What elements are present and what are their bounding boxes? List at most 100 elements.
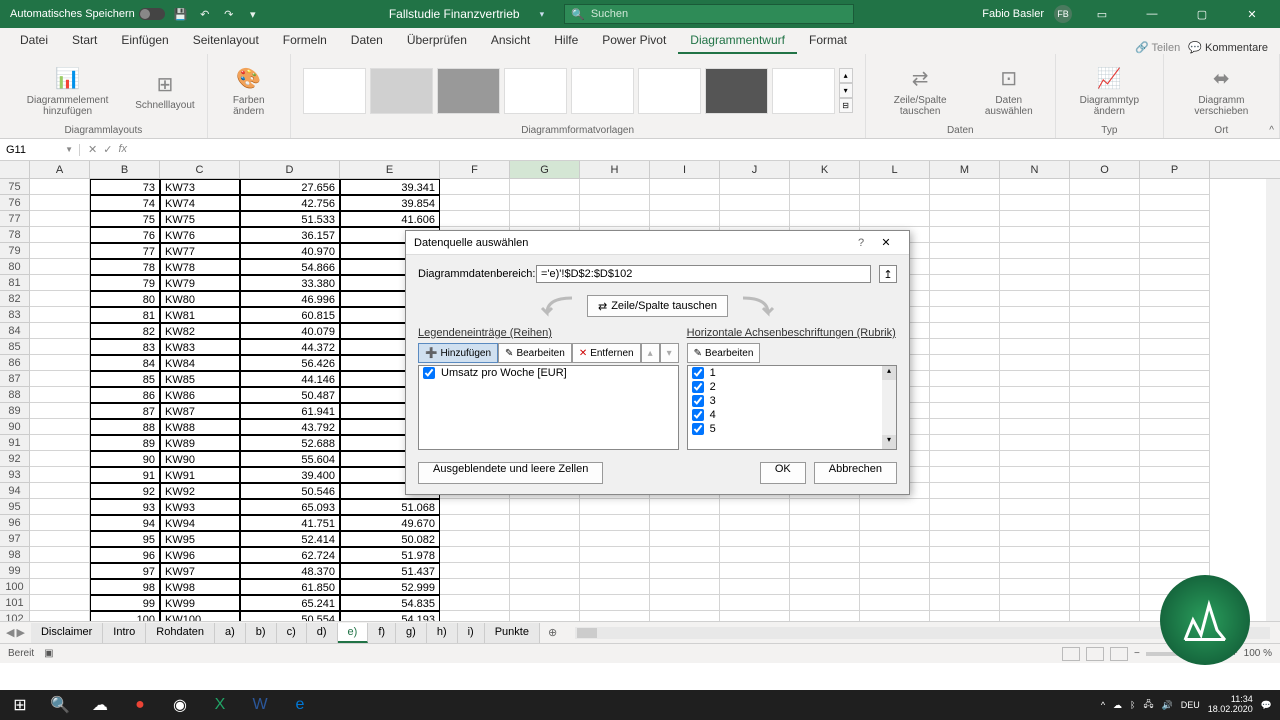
cell[interactable]: 60.815 [240, 307, 340, 323]
gallery-down-icon[interactable]: ▾ [839, 83, 853, 98]
sheet-tab-a[interactable]: a) [215, 623, 246, 643]
cell[interactable] [1070, 355, 1140, 371]
ribbon-tab-überprüfen[interactable]: Überprüfen [395, 28, 479, 54]
cell[interactable]: 54.193 [340, 611, 440, 621]
axis-item[interactable]: 1 [688, 366, 896, 380]
cell[interactable] [1070, 339, 1140, 355]
cell[interactable]: 100 [90, 611, 160, 621]
cell[interactable]: 99 [90, 595, 160, 611]
cell[interactable] [930, 483, 1000, 499]
cell[interactable]: 27.656 [240, 179, 340, 195]
cell[interactable] [30, 275, 90, 291]
cell[interactable] [30, 435, 90, 451]
cell[interactable] [790, 195, 860, 211]
cell[interactable] [930, 451, 1000, 467]
chart-style-5[interactable] [571, 68, 634, 114]
user-avatar[interactable]: FB [1054, 5, 1072, 23]
cell[interactable] [930, 307, 1000, 323]
start-icon[interactable]: ⊞ [0, 690, 40, 720]
column-header-C[interactable]: C [160, 161, 240, 178]
row-header[interactable]: 100 [0, 579, 30, 595]
column-header-G[interactable]: G [510, 161, 580, 178]
cell[interactable] [1140, 467, 1210, 483]
cell[interactable] [720, 595, 790, 611]
cell[interactable] [1070, 419, 1140, 435]
column-header-L[interactable]: L [860, 161, 930, 178]
cell[interactable] [510, 195, 580, 211]
cell[interactable]: 77 [90, 243, 160, 259]
column-header-P[interactable]: P [1140, 161, 1210, 178]
cell[interactable] [860, 595, 930, 611]
cell[interactable]: 44.146 [240, 371, 340, 387]
cell[interactable] [1140, 259, 1210, 275]
cell[interactable] [1000, 291, 1070, 307]
cell[interactable]: KW87 [160, 403, 240, 419]
cell[interactable] [790, 179, 860, 195]
cell[interactable]: 52.414 [240, 531, 340, 547]
cell[interactable]: 86 [90, 387, 160, 403]
ribbon-tab-ansicht[interactable]: Ansicht [479, 28, 542, 54]
zoom-level[interactable]: 100 % [1244, 648, 1272, 659]
cell[interactable]: KW83 [160, 339, 240, 355]
cell[interactable]: KW92 [160, 483, 240, 499]
move-chart-button[interactable]: ⬌ Diagramm verschieben [1172, 63, 1271, 119]
cell[interactable] [790, 211, 860, 227]
cell[interactable] [650, 595, 720, 611]
clock[interactable]: 11:34 18.02.2020 [1208, 695, 1253, 715]
cell[interactable]: KW82 [160, 323, 240, 339]
cell[interactable] [440, 547, 510, 563]
row-header[interactable]: 90 [0, 419, 30, 435]
cell[interactable] [30, 451, 90, 467]
range-selector-icon[interactable]: ↥ [879, 265, 897, 283]
search-box[interactable]: 🔍 Suchen [564, 4, 854, 24]
cell[interactable] [930, 611, 1000, 621]
row-header[interactable]: 75 [0, 179, 30, 195]
cell[interactable] [1140, 483, 1210, 499]
move-up-button[interactable]: ▴ [641, 343, 660, 363]
cell[interactable] [1140, 211, 1210, 227]
cell[interactable] [580, 563, 650, 579]
cell[interactable] [1140, 275, 1210, 291]
cell[interactable] [720, 195, 790, 211]
cell[interactable]: 40.079 [240, 323, 340, 339]
cell[interactable]: KW100 [160, 611, 240, 621]
cell[interactable] [440, 611, 510, 621]
cell[interactable]: 46.996 [240, 291, 340, 307]
row-header[interactable]: 89 [0, 403, 30, 419]
cell[interactable] [930, 515, 1000, 531]
cell[interactable] [790, 547, 860, 563]
cell[interactable]: 92 [90, 483, 160, 499]
close-icon[interactable]: ✕ [1232, 0, 1272, 28]
cell[interactable] [1140, 515, 1210, 531]
chart-style-3[interactable] [437, 68, 500, 114]
cell[interactable] [1140, 387, 1210, 403]
dialog-help-icon[interactable]: ? [851, 237, 871, 249]
cell[interactable] [30, 419, 90, 435]
cell[interactable]: KW76 [160, 227, 240, 243]
ok-button[interactable]: OK [760, 462, 806, 484]
cell[interactable] [1070, 563, 1140, 579]
cell[interactable] [930, 355, 1000, 371]
cell[interactable] [930, 259, 1000, 275]
cell[interactable] [930, 499, 1000, 515]
axis-checkbox[interactable] [692, 367, 704, 379]
save-icon[interactable]: 💾 [173, 6, 189, 22]
cell[interactable]: KW96 [160, 547, 240, 563]
cell[interactable] [1070, 227, 1140, 243]
cell[interactable]: 84 [90, 355, 160, 371]
cell[interactable] [30, 499, 90, 515]
cell[interactable] [580, 515, 650, 531]
ribbon-tab-power pivot[interactable]: Power Pivot [590, 28, 678, 54]
quick-layout-button[interactable]: ⊞ Schnelllayout [131, 68, 198, 113]
cell[interactable] [30, 515, 90, 531]
axis-item[interactable]: 5 [688, 422, 896, 436]
cell[interactable] [720, 531, 790, 547]
cell[interactable]: KW78 [160, 259, 240, 275]
cell[interactable] [510, 531, 580, 547]
cell[interactable]: 76 [90, 227, 160, 243]
cancel-button[interactable]: Abbrechen [814, 462, 897, 484]
row-header[interactable]: 76 [0, 195, 30, 211]
cell[interactable] [650, 179, 720, 195]
cell[interactable] [1000, 195, 1070, 211]
cell[interactable] [790, 611, 860, 621]
